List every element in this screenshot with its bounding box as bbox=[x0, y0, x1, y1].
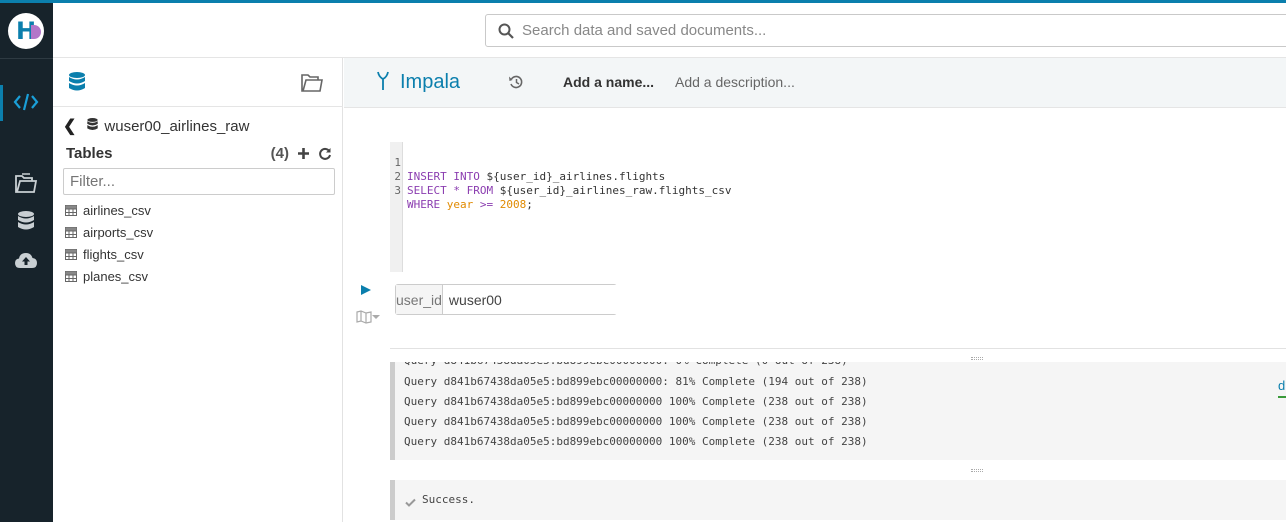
chevron-left-icon[interactable]: ❮ bbox=[63, 116, 76, 136]
resize-handle[interactable] bbox=[971, 357, 983, 360]
sql-editor[interactable]: 1 INSERT INTO ${user_id}_airlines.flight… bbox=[390, 142, 1270, 272]
rail-active-indicator bbox=[0, 85, 3, 121]
table-icon bbox=[65, 270, 77, 282]
resize-handle[interactable] bbox=[971, 469, 983, 472]
result-status: Success. bbox=[390, 480, 1286, 520]
code-line: 3 WHERE year >= 2008; bbox=[390, 170, 533, 211]
divider bbox=[390, 348, 1286, 349]
table-list: airlines_csv airports_csv flights_csv pl… bbox=[65, 199, 153, 287]
side-tab-link[interactable]: d bbox=[1278, 378, 1286, 398]
assist-header bbox=[53, 58, 343, 107]
global-search[interactable]: Search data and saved documents... bbox=[485, 14, 1286, 47]
folder-icon[interactable] bbox=[12, 171, 40, 195]
code-icon[interactable] bbox=[12, 90, 40, 114]
editor-panel: Impala Add a name... Add a description..… bbox=[344, 58, 1286, 522]
assist-panel: ❮ wuser00_airlines_raw Tables (4) airlin… bbox=[53, 58, 343, 522]
documents-folder-icon[interactable] bbox=[300, 71, 324, 98]
parameter-label: user_id bbox=[396, 285, 443, 314]
line-number: 3 bbox=[394, 184, 401, 197]
table-icon bbox=[65, 204, 77, 216]
play-icon[interactable] bbox=[360, 283, 372, 301]
tables-count: (4) bbox=[270, 145, 289, 162]
log-line: Query d841b67438da05e5:bd899ebc00000000 … bbox=[404, 415, 868, 428]
database-icon[interactable] bbox=[12, 209, 40, 233]
cloud-upload-icon[interactable] bbox=[12, 248, 40, 272]
history-icon[interactable] bbox=[508, 74, 524, 95]
table-item[interactable]: airlines_csv bbox=[65, 199, 153, 221]
search-input[interactable]: Search data and saved documents... bbox=[522, 22, 766, 39]
result-message: Success. bbox=[422, 493, 475, 506]
table-icon bbox=[65, 248, 77, 260]
log-line: Query d841b67438da05e5:bd899ebc00000000 … bbox=[404, 395, 868, 408]
refresh-icon[interactable] bbox=[318, 147, 332, 161]
impala-icon bbox=[376, 70, 390, 97]
tables-header: Tables (4) bbox=[66, 145, 332, 162]
log-line: Query d841b67438da05e5:bd899ebc00000000:… bbox=[404, 362, 848, 371]
code-text: SELECT * FROM ${user_id}_airlines_raw.fl… bbox=[407, 184, 732, 197]
top-bar: Search data and saved documents... bbox=[53, 3, 1286, 58]
parameter-value-input[interactable] bbox=[442, 285, 630, 314]
database-icon bbox=[86, 117, 99, 136]
check-icon bbox=[405, 494, 416, 512]
table-icon bbox=[65, 226, 77, 238]
code-line: 2 SELECT * FROM ${user_id}_airlines_raw.… bbox=[390, 156, 731, 197]
log-line: Query d841b67438da05e5:bd899ebc00000000:… bbox=[404, 375, 868, 388]
database-breadcrumb[interactable]: ❮ wuser00_airlines_raw bbox=[63, 116, 249, 136]
hue-logo-icon[interactable]: H bbox=[8, 13, 44, 49]
table-item-label: airports_csv bbox=[83, 224, 154, 240]
table-item[interactable]: planes_csv bbox=[65, 265, 153, 287]
table-item[interactable]: airports_csv bbox=[65, 221, 153, 243]
query-name-field[interactable]: Add a name... bbox=[563, 74, 654, 90]
rail-divider bbox=[0, 58, 53, 59]
parameter-user-id: user_id bbox=[395, 284, 630, 315]
tables-label: Tables bbox=[66, 145, 113, 162]
table-item-label: airlines_csv bbox=[83, 202, 151, 218]
table-item-label: flights_csv bbox=[83, 246, 144, 262]
table-item-label: planes_csv bbox=[83, 268, 149, 284]
search-icon bbox=[498, 23, 514, 39]
plus-icon[interactable] bbox=[297, 147, 310, 160]
table-filter-input[interactable] bbox=[63, 168, 335, 195]
query-log[interactable]: Query d841b67438da05e5:bd899ebc00000000:… bbox=[390, 362, 1286, 460]
left-rail: H bbox=[0, 3, 53, 522]
map-dropdown-icon[interactable] bbox=[356, 310, 380, 324]
code-text: WHERE year >= 2008; bbox=[407, 198, 533, 211]
query-description-field[interactable]: Add a description... bbox=[675, 74, 795, 90]
database-name: wuser00_airlines_raw bbox=[104, 117, 250, 135]
code-line: 1 INSERT INTO ${user_id}_airlines.flight… bbox=[390, 142, 665, 183]
editor-header: Impala Add a name... Add a description..… bbox=[344, 58, 1286, 108]
editor-engine-title[interactable]: Impala bbox=[400, 71, 460, 94]
database-icon[interactable] bbox=[67, 71, 87, 98]
code-text: INSERT INTO ${user_id}_airlines.flights bbox=[407, 170, 666, 183]
log-line: Query d841b67438da05e5:bd899ebc00000000 … bbox=[404, 435, 868, 448]
table-item[interactable]: flights_csv bbox=[65, 243, 153, 265]
